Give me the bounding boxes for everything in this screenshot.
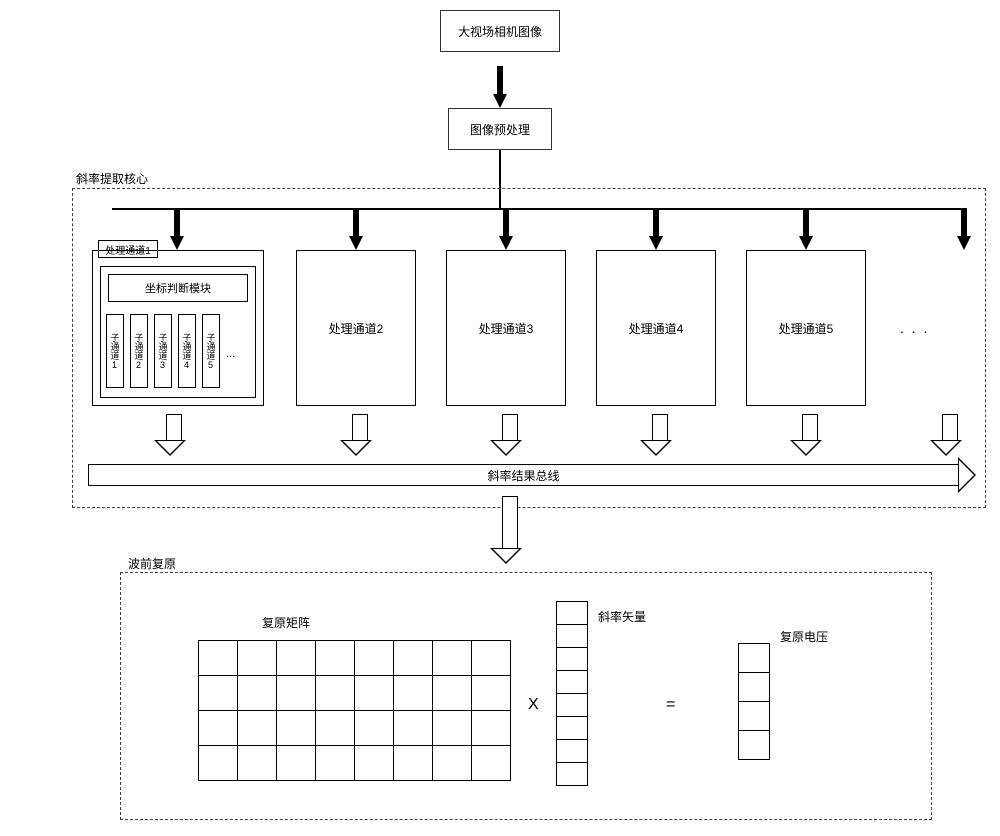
- camera-image-box: 大视场相机图像: [440, 10, 560, 52]
- arrow-camera-to-preprocess: [493, 94, 507, 108]
- coord-judge-module: 坐标判断模块: [108, 274, 248, 302]
- hollow-arrow-bus-to-wavefront: [498, 496, 522, 564]
- matrix-label: 复原矩阵: [262, 614, 310, 631]
- restoration-matrix: [198, 640, 510, 780]
- subchannel-3: 子通道3: [154, 314, 172, 388]
- hollow-arrow-ch-dots: [938, 414, 962, 456]
- subchannel-dots: ...: [226, 348, 235, 360]
- subchannel-5: 子通道5: [202, 314, 220, 388]
- hollow-arrow-ch5: [798, 414, 822, 456]
- slope-vector: [556, 602, 588, 786]
- wavefront-title: 波前复原: [128, 555, 176, 572]
- subchannel-4: 子通道4: [178, 314, 196, 388]
- distribution-line: [112, 208, 964, 210]
- equals-symbol: =: [666, 696, 675, 714]
- channel-3-box: 处理通道3: [446, 250, 566, 406]
- multiply-symbol: X: [528, 696, 539, 714]
- hollow-arrow-ch3: [498, 414, 522, 456]
- slope-result-bus: 斜率结果总线: [88, 464, 976, 486]
- bus-label: 斜率结果总线: [487, 467, 559, 484]
- channel-dots: . . .: [900, 320, 929, 336]
- channel-2-box: 处理通道2: [296, 250, 416, 406]
- subchannel-2: 子通道2: [130, 314, 148, 388]
- hollow-arrow-ch1: [162, 414, 186, 456]
- slope-vector-label: 斜率矢量: [598, 608, 646, 625]
- channel-4-box: 处理通道4: [596, 250, 716, 406]
- hollow-arrow-ch2: [348, 414, 372, 456]
- subchannel-1: 子通道1: [106, 314, 124, 388]
- restoration-voltage: [738, 644, 770, 760]
- preprocess-box: 图像预处理: [448, 108, 552, 150]
- hollow-arrow-ch4: [648, 414, 672, 456]
- voltage-label: 复原电压: [780, 628, 828, 645]
- slope-core-title: 斜率提取核心: [76, 170, 148, 187]
- channel-5-box: 处理通道5: [746, 250, 866, 406]
